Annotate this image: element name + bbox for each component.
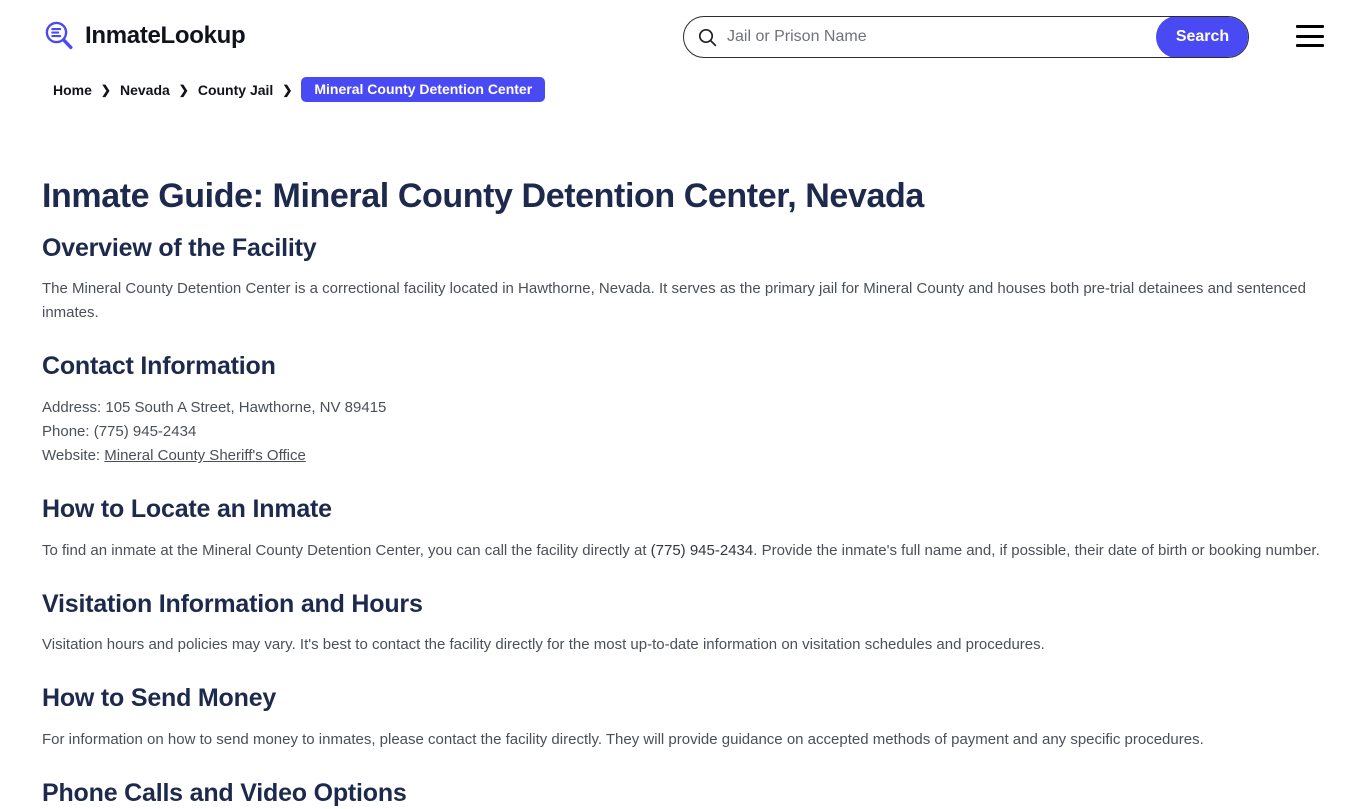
section-body-locate-inmate: To find an inmate at the Mineral County … — [42, 539, 1324, 563]
locate-text-after: . Provide the inmate's full name and, if… — [753, 541, 1320, 559]
search-bar: Search — [683, 16, 1249, 58]
chevron-right-icon: ❯ — [100, 82, 111, 97]
section-heading-locate-inmate: How to Locate an Inmate — [42, 495, 332, 524]
hamburger-line — [1296, 44, 1324, 47]
site-header: InmateLookup Search — [0, 0, 1366, 74]
contact-phone: Phone: (775) 945-2434 — [42, 422, 197, 440]
search-input[interactable] — [727, 17, 1156, 57]
brand-logo-link[interactable]: InmateLookup — [42, 19, 246, 53]
hamburger-line — [1296, 34, 1324, 38]
brand-name: InmateLookup — [85, 22, 246, 49]
hamburger-line — [1296, 25, 1324, 28]
hamburger-menu-icon[interactable] — [1296, 25, 1324, 47]
section-heading-phone-video: Phone Calls and Video Options — [42, 778, 407, 807]
main-content: Inmate Guide: Mineral County Detention C… — [0, 150, 1366, 809]
section-body-send-money: For information on how to send money to … — [42, 730, 1204, 748]
contact-website-link[interactable]: Mineral County Sheriff's Office — [104, 447, 306, 464]
section-heading-send-money: How to Send Money — [42, 684, 277, 713]
locate-text-before: To find an inmate at the Mineral County … — [42, 541, 651, 559]
breadcrumb-item-nevada[interactable]: Nevada — [120, 82, 170, 98]
magnifier-list-icon — [42, 19, 76, 53]
breadcrumb-item-home[interactable]: Home — [53, 82, 92, 98]
search-button[interactable]: Search — [1156, 17, 1248, 57]
section-heading-overview: Overview of the Facility — [42, 233, 317, 262]
contact-website-line: Website: Mineral County Sheriff's Office — [42, 444, 1324, 468]
contact-website-label: Website: — [42, 447, 101, 465]
section-heading-visitation: Visitation Information and Hours — [42, 589, 423, 618]
section-heading-contact: Contact Information — [42, 352, 276, 380]
breadcrumb-current-badge: Mineral County Detention Center — [301, 77, 546, 102]
search-icon — [698, 28, 717, 47]
page-title: Inmate Guide: Mineral County Detention C… — [42, 177, 924, 215]
locate-phone-number[interactable]: (775) 945-2434 — [651, 542, 754, 559]
contact-information-block: Address: 105 South A Street, Hawthorne, … — [42, 396, 1324, 469]
section-body-visitation: Visitation hours and policies may vary. … — [42, 636, 1045, 654]
contact-address: Address: 105 South A Street, Hawthorne, … — [42, 398, 387, 416]
search-field — [684, 17, 1156, 57]
chevron-right-icon: ❯ — [178, 82, 189, 97]
breadcrumb-item-county-jail[interactable]: County Jail — [198, 82, 273, 98]
chevron-right-icon: ❯ — [282, 82, 293, 97]
breadcrumb: Home ❯ Nevada ❯ County Jail ❯ Mineral Co… — [53, 77, 546, 102]
section-body-overview: The Mineral County Detention Center is a… — [42, 280, 1306, 321]
